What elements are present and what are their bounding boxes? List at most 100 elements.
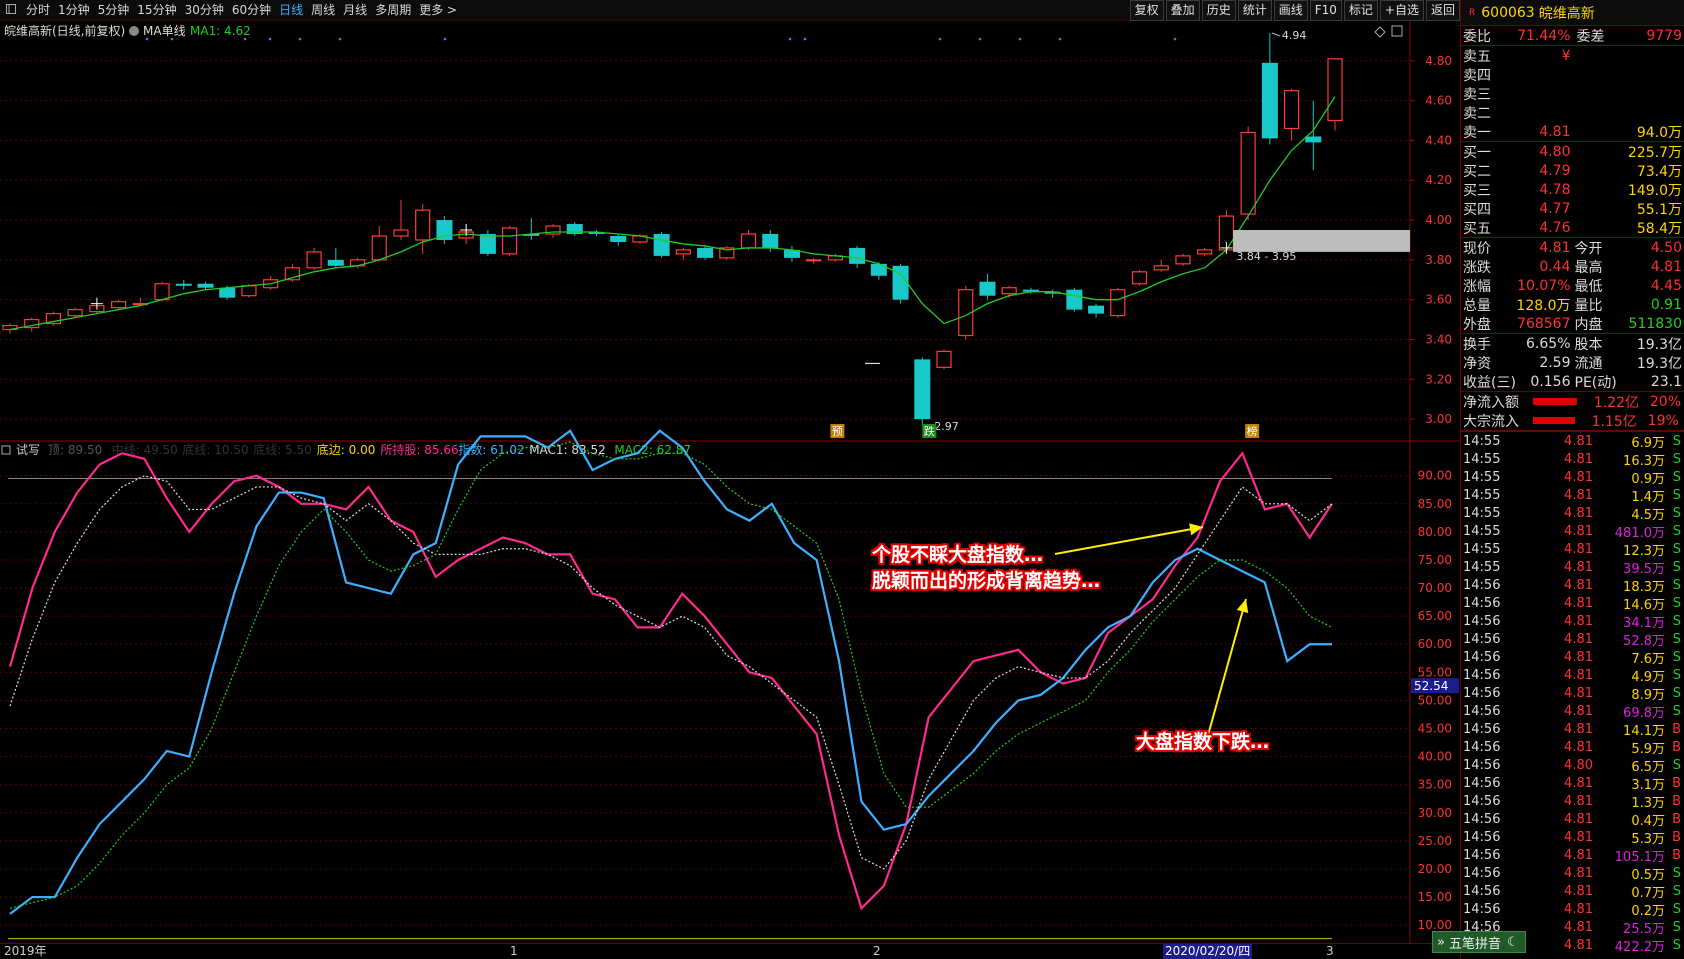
tick-row: 14:56 4.81 0.4万 B (1461, 810, 1684, 829)
tick-price: 4.81 (1564, 793, 1593, 809)
period-tab-8[interactable]: 月线 (339, 0, 371, 21)
candle-body-up (1110, 289, 1126, 317)
signal-dot (1018, 37, 1022, 41)
toolbar-button-4[interactable]: 画线 (1273, 0, 1308, 21)
fundamental-label: 流通 (1574, 355, 1603, 372)
tick-price: 4.81 (1564, 451, 1593, 467)
period-tab-9[interactable]: 多周期 (371, 0, 415, 21)
period-tab-5[interactable]: 60分钟 (228, 0, 275, 21)
signal-dot (978, 37, 982, 41)
tick-row: 14:55 4.81 1.4万 S (1461, 486, 1684, 505)
toolbar-button-3[interactable]: 统计 (1237, 0, 1272, 21)
period-tab-10[interactable]: 更多 > (415, 0, 461, 21)
buy-volume: 149.0万 (1627, 182, 1682, 199)
fundamental-label: PE(动) (1574, 374, 1617, 391)
fundamental-label: 换手 (1463, 336, 1491, 353)
candle-body-up (501, 227, 518, 255)
tick-side: S (1672, 883, 1681, 899)
tick-side: B (1672, 739, 1681, 755)
period-tab-0[interactable]: 分时 (22, 0, 54, 21)
tick-side: S (1672, 487, 1681, 503)
candle-body-up (1175, 255, 1191, 265)
tick-row: 14:55 4.81 16.3万 S (1461, 450, 1684, 469)
tick-time: 14:55 (1463, 451, 1501, 467)
candle-body-up (415, 209, 431, 241)
osc-tick-label: 90.00 (1418, 469, 1452, 483)
tick-side: B (1672, 721, 1681, 737)
flow-value: 1.15亿 (1591, 413, 1637, 430)
osc-indicator-label: 顶: 89.50 (48, 443, 102, 457)
stat-label: 涨跌 (1463, 259, 1491, 276)
candle-body-up (67, 309, 83, 317)
index-arrow-head (1236, 599, 1249, 614)
window-menu-icon[interactable] (0, 0, 22, 21)
buy-label: 买四 (1463, 201, 1491, 218)
tick-list[interactable]: 14:55 4.81 6.9万 S 14:55 4.81 16.3万 S 14:55 4.81 0.… (1461, 432, 1684, 955)
flow-bar (1533, 398, 1577, 405)
candle-body-down (1261, 62, 1278, 139)
stat-value: 0.44 (1539, 258, 1571, 275)
tick-side: B (1672, 793, 1681, 809)
weicha-label: 委差 (1576, 28, 1605, 45)
tick-row: 14:56 4.81 3.1万 B (1461, 774, 1684, 793)
ma-indicator-name: MA单线 (143, 24, 186, 38)
buy-price: 4.76 (1539, 219, 1571, 236)
period-tab-2[interactable]: 5分钟 (94, 0, 134, 21)
tick-side: S (1672, 541, 1681, 557)
osc-tick-label: 70.00 (1418, 581, 1452, 595)
tick-side: B (1672, 829, 1681, 845)
toolbar-button-7[interactable]: +自选 (1379, 0, 1424, 21)
toolbar-button-1[interactable]: 叠加 (1165, 0, 1200, 21)
tick-time: 14:56 (1463, 667, 1501, 683)
toolbar-button-2[interactable]: 历史 (1201, 0, 1236, 21)
period-tab-4[interactable]: 30分钟 (181, 0, 228, 21)
tick-price: 4.81 (1564, 883, 1593, 899)
divergence-arrow (1054, 526, 1204, 555)
ma-settings-icon (129, 26, 139, 36)
toolbar-button-6[interactable]: 标记 (1343, 0, 1378, 21)
candle-body-up (1131, 271, 1148, 285)
osc-indicator-label: 底线: 5.50 (253, 442, 312, 457)
signal-dot (803, 37, 807, 41)
tick-price: 4.81 (1564, 847, 1593, 863)
toolbar-button-5[interactable]: F10 (1309, 0, 1342, 21)
candle-body-up (111, 301, 127, 309)
tick-row: 14:55 4.81 4.5万 S (1461, 504, 1684, 523)
ma-indicator-value: MA1: 4.62 (190, 24, 251, 38)
tick-volume: 7.6万 (1631, 651, 1665, 667)
stat-value: 768567 (1517, 315, 1571, 332)
buy-row: 买一 4.80 225.7万 (1461, 142, 1684, 161)
period-tab-6[interactable]: 日线 (275, 0, 307, 21)
tick-time: 14:55 (1463, 469, 1501, 485)
ime-toolbar[interactable]: » 五笔拼音 ☾ (1432, 931, 1526, 953)
fundamental-value: 19.3亿 (1636, 355, 1682, 372)
fundamental-row: 净资 2.59 流通 19.3亿 (1461, 353, 1684, 372)
weibi-row: 委比 71.44% 委差 9779 (1461, 26, 1684, 45)
period-tab-1[interactable]: 1分钟 (54, 0, 94, 21)
tick-price: 4.81 (1564, 685, 1593, 701)
stat-label: 今开 (1574, 240, 1603, 257)
tick-volume: 39.5万 (1623, 561, 1665, 577)
panel-toggle-icon (1391, 25, 1403, 37)
flow-label: 净流入额 (1463, 394, 1519, 411)
tick-time: 14:55 (1463, 559, 1501, 575)
tick-row: 14:56 4.80 6.5万 S (1461, 756, 1684, 775)
buy-price: 4.79 (1539, 162, 1571, 179)
tick-side: S (1672, 469, 1681, 485)
tick-side: S (1672, 577, 1681, 593)
stat-value: 0.91 (1650, 296, 1682, 313)
ime-expand-icon[interactable]: » (1437, 935, 1445, 950)
tick-side: S (1672, 523, 1681, 539)
signal-dot (443, 37, 447, 41)
tick-side: S (1672, 505, 1681, 521)
chart-area[interactable]: 4.80 4.60 4.40 4.20 4.00 3.80 3.60 3.40 3.20 3.00… (0, 21, 1460, 943)
tick-row: 14:56 4.81 5.3万 B (1461, 828, 1684, 847)
stock-header: R 600063 皖维高新 (1461, 0, 1684, 26)
tick-volume: 4.5万 (1631, 507, 1665, 523)
toolbar-button-8[interactable]: 返回 (1425, 0, 1460, 21)
price-range-label: 3.84 - 3.95 (1236, 250, 1296, 263)
toolbar-button-0[interactable]: 复权 (1129, 0, 1164, 21)
period-tab-3[interactable]: 15分钟 (133, 0, 180, 21)
period-tab-7[interactable]: 周线 (307, 0, 339, 21)
tick-volume: 14.6万 (1623, 597, 1665, 613)
